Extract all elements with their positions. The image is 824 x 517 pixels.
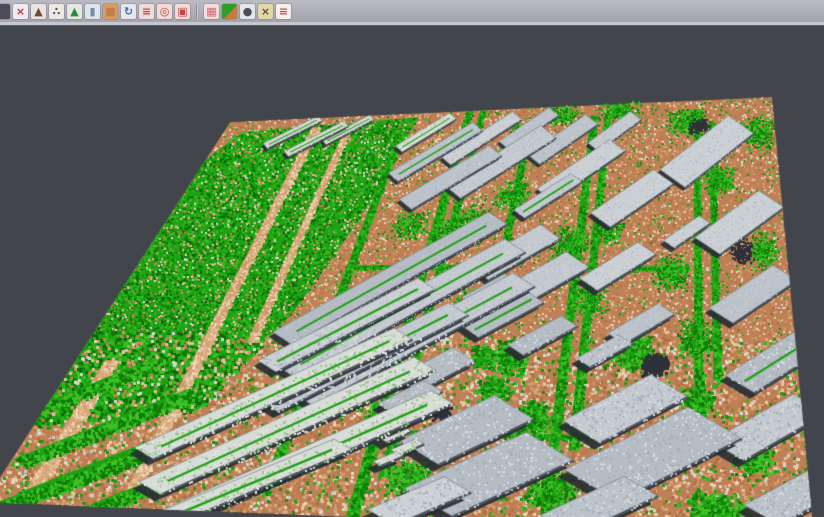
- toolbar-icons: ×▲∴▲▮■↻≡◎▣▦●×≡: [3, 4, 291, 19]
- toolbar-separator: [196, 4, 198, 19]
- grid-clip-icon[interactable]: ▦: [204, 4, 219, 19]
- control-marks-icon[interactable]: ×: [258, 4, 273, 19]
- camera-view-icon[interactable]: ●: [240, 4, 255, 19]
- extent-select-icon[interactable]: ▣: [175, 4, 190, 19]
- toolbar-edge-dark: [0, 25, 824, 26]
- viewport-3d[interactable]: [0, 0, 824, 517]
- side-panel-icon[interactable]: ▮: [85, 4, 100, 19]
- ortho-area-icon[interactable]: ■: [103, 4, 118, 19]
- align-points-icon[interactable]: ×: [13, 4, 28, 19]
- point-cloud-icon[interactable]: ∴: [49, 4, 64, 19]
- refresh-view-icon[interactable]: ↻: [121, 4, 136, 19]
- tin-surface-icon[interactable]: ▲: [67, 4, 82, 19]
- toolbar: ×▲∴▲▮■↻≡◎▣▦●×≡: [0, 0, 824, 22]
- classified-render-icon[interactable]: [222, 4, 237, 19]
- terrain-model-icon[interactable]: ▲: [31, 4, 46, 19]
- profile-lines-icon[interactable]: ≡: [139, 4, 154, 19]
- flag-stripes-icon[interactable]: ≡: [276, 4, 291, 19]
- clipped-edge-icon[interactable]: [0, 4, 10, 19]
- target-circle-icon[interactable]: ◎: [157, 4, 172, 19]
